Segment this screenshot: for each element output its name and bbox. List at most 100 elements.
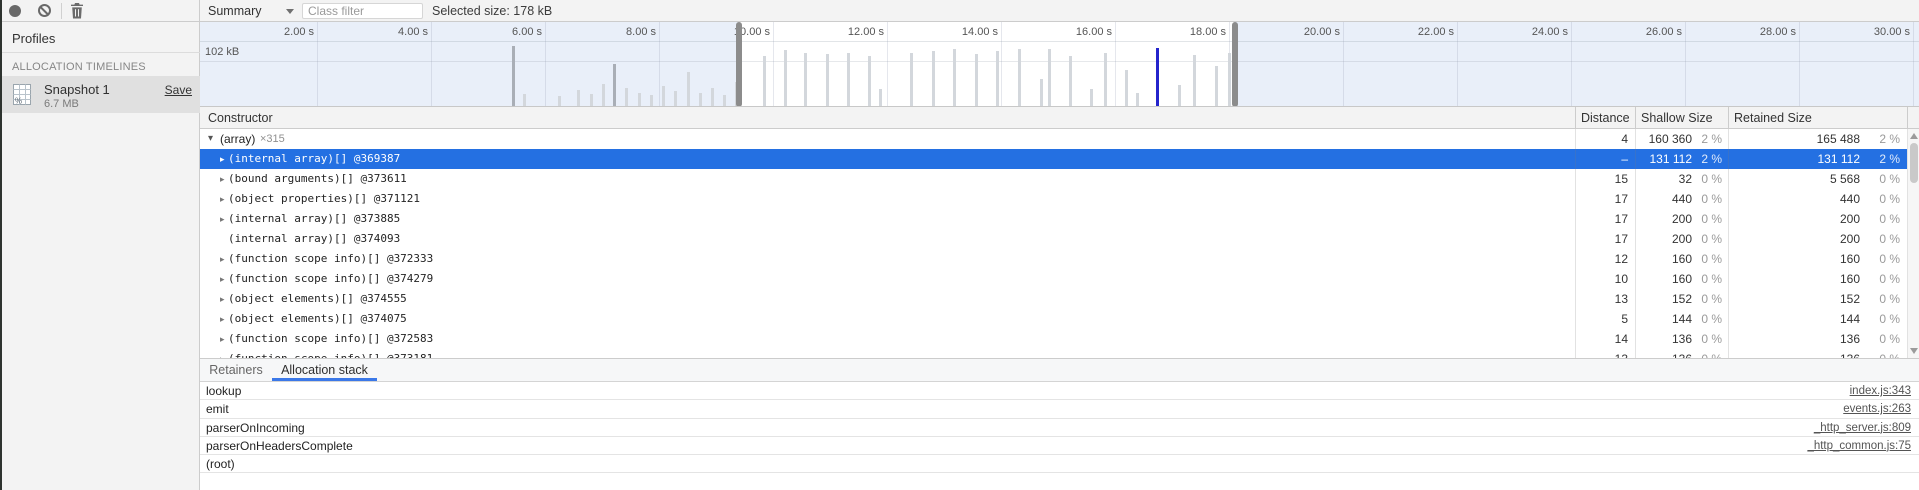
stack-frame-source-link[interactable]: _http_server.js:809 [1814,419,1911,437]
column-divider [1907,107,1908,129]
collapsed-arrow-icon[interactable]: ▸ [220,169,225,189]
snapshot-save-link[interactable]: Save [165,83,192,97]
allocation-bar [512,46,515,106]
scrollbar-thumb[interactable] [1910,143,1918,183]
column-divider[interactable] [1728,107,1729,129]
collapsed-arrow-icon[interactable]: ▸ [220,209,225,229]
profiles-header: Profiles [12,30,182,48]
column-divider[interactable] [1635,107,1636,129]
table-row[interactable]: ▸(function scope info)[] @372333121600 %… [200,249,1907,269]
retained-size-value: 200 [1760,229,1860,249]
stack-frame-row[interactable]: (root) [200,455,1919,473]
expanded-arrow-icon[interactable]: ▾ [208,129,213,149]
shallow-size-percent: 0 % [1692,169,1722,189]
heap-grid-header: Constructor Distance Shallow Size Retain… [200,107,1919,129]
collapsed-arrow-icon[interactable]: ▸ [220,189,225,209]
table-row[interactable]: ▸(bound arguments)[] @37361115320 %5 568… [200,169,1907,189]
collapsed-arrow-icon[interactable]: ▸ [220,349,225,358]
column-header-retained-size[interactable]: Retained Size [1734,107,1812,129]
table-row[interactable]: ▸(object properties)[] @371121174400 %44… [200,189,1907,209]
retained-size-percent: 0 % [1862,289,1900,309]
stack-frame-row[interactable]: parserOnHeadersComplete_http_common.js:7… [200,437,1919,455]
shallow-size-percent: 0 % [1692,269,1722,289]
timeline-tick-label: 28.00 s [1719,25,1796,39]
scroll-up-arrow-icon[interactable] [1910,133,1918,139]
shallow-size-value: 160 [1638,269,1692,289]
shallow-size-value: 160 360 [1638,129,1692,149]
table-row[interactable]: ▸(function scope info)[] @374279101600 %… [200,269,1907,289]
retained-size-value: 160 [1760,249,1860,269]
profiles-sidebar: Profiles ALLOCATION TIMELINES % Snapshot… [0,0,200,490]
snapshot-list-item[interactable]: % Snapshot 1 6.7 MB Save [0,76,200,113]
record-icon[interactable] [9,5,21,17]
timeline-tick-label: 24.00 s [1491,25,1568,39]
collapsed-arrow-icon[interactable]: ▸ [220,289,225,309]
table-row[interactable]: ▸(function scope info)[] @372583141360 %… [200,329,1907,349]
distance-value: 17 [1581,189,1628,209]
chevron-down-icon [286,9,294,14]
distance-value: 17 [1581,209,1628,229]
collapsed-arrow-icon[interactable]: ▸ [220,309,225,329]
stack-frame-row[interactable]: parserOnIncoming_http_server.js:809 [200,419,1919,437]
column-header-shallow-size[interactable]: Shallow Size [1641,107,1713,129]
column-header-constructor[interactable]: Constructor [208,107,273,129]
retained-size-value: 131 112 [1760,149,1860,169]
retained-size-value: 152 [1760,289,1860,309]
table-row[interactable]: ▸(internal array)[] @369387–131 1122 %13… [200,149,1907,169]
shallow-size-percent: 0 % [1692,229,1722,249]
timeline-gridline [317,22,318,107]
vertical-scrollbar[interactable] [1907,129,1919,358]
constructor-name: (object elements)[] @374075 [228,309,407,329]
timeline-tick-label: 22.00 s [1377,25,1454,39]
retained-size-value: 136 [1760,349,1860,358]
allocation-bar [650,95,653,106]
profiles-toolbar [0,0,200,22]
column-header-distance[interactable]: Distance [1581,107,1630,129]
allocation-bar [613,64,616,106]
allocation-bar [1069,56,1072,106]
shallow-size-percent: 2 % [1692,129,1722,149]
class-filter-input[interactable] [302,3,423,19]
table-row[interactable]: ▸(function scope info)[] @373181131360 %… [200,349,1907,358]
scale-gridline [200,61,1919,62]
allocation-bar [847,53,850,106]
shallow-size-percent: 0 % [1692,289,1722,309]
timeline-tick-label: 6.00 s [465,25,542,39]
stack-frame-row[interactable]: lookupindex.js:343 [200,382,1919,400]
table-row[interactable]: ▸(object elements)[] @374555131520 %1520… [200,289,1907,309]
tab-retainers[interactable]: Retainers [200,359,272,382]
stack-frame-source-link[interactable]: events.js:263 [1843,400,1911,418]
allocation-bar [975,54,978,106]
allocation-bar [953,49,956,106]
shallow-size-percent: 0 % [1692,329,1722,349]
collapsed-arrow-icon[interactable]: ▸ [220,249,225,269]
selection-handle-left[interactable] [736,22,742,107]
timeline-tick-label: 14.00 s [921,25,998,39]
shallow-size-value: 160 [1638,249,1692,269]
constructor-name: (object properties)[] @371121 [228,189,420,209]
table-row[interactable]: ▸(internal array)[] @373885172000 %2000 … [200,209,1907,229]
trash-icon[interactable] [70,3,84,19]
table-row[interactable]: ▸(object elements)[] @37407551440 %1440 … [200,309,1907,329]
stack-frame-source-link[interactable]: index.js:343 [1850,382,1911,400]
column-divider[interactable] [1575,107,1576,129]
selection-handle-right[interactable] [1232,22,1238,107]
stack-frame-source-link[interactable]: _http_common.js:75 [1807,437,1911,455]
table-row[interactable]: (internal array)[] @374093172000 %2000 % [200,229,1907,249]
scroll-down-arrow-icon[interactable] [1910,348,1918,354]
collapsed-arrow-icon[interactable]: ▸ [220,149,225,169]
collapsed-arrow-icon[interactable]: ▸ [220,329,225,349]
clear-all-icon[interactable] [38,4,51,17]
distance-value: – [1581,149,1628,169]
timeline-gridline [1343,22,1344,107]
retained-size-percent: 0 % [1862,209,1900,229]
constructor-name: (internal array)[] @373885 [228,209,400,229]
table-row[interactable]: ▾(array)×3154160 3602 %165 4882 % [200,129,1907,149]
distance-value: 15 [1581,169,1628,189]
instance-count: ×315 [260,129,285,149]
allocation-bar [723,95,726,106]
allocation-timeline-overview[interactable]: 102 kB 2.00 s4.00 s6.00 s8.00 s10.00 s12… [200,22,1919,107]
selected-allocation-bar [1156,48,1159,106]
collapsed-arrow-icon[interactable]: ▸ [220,269,225,289]
stack-frame-row[interactable]: emitevents.js:263 [200,400,1919,418]
